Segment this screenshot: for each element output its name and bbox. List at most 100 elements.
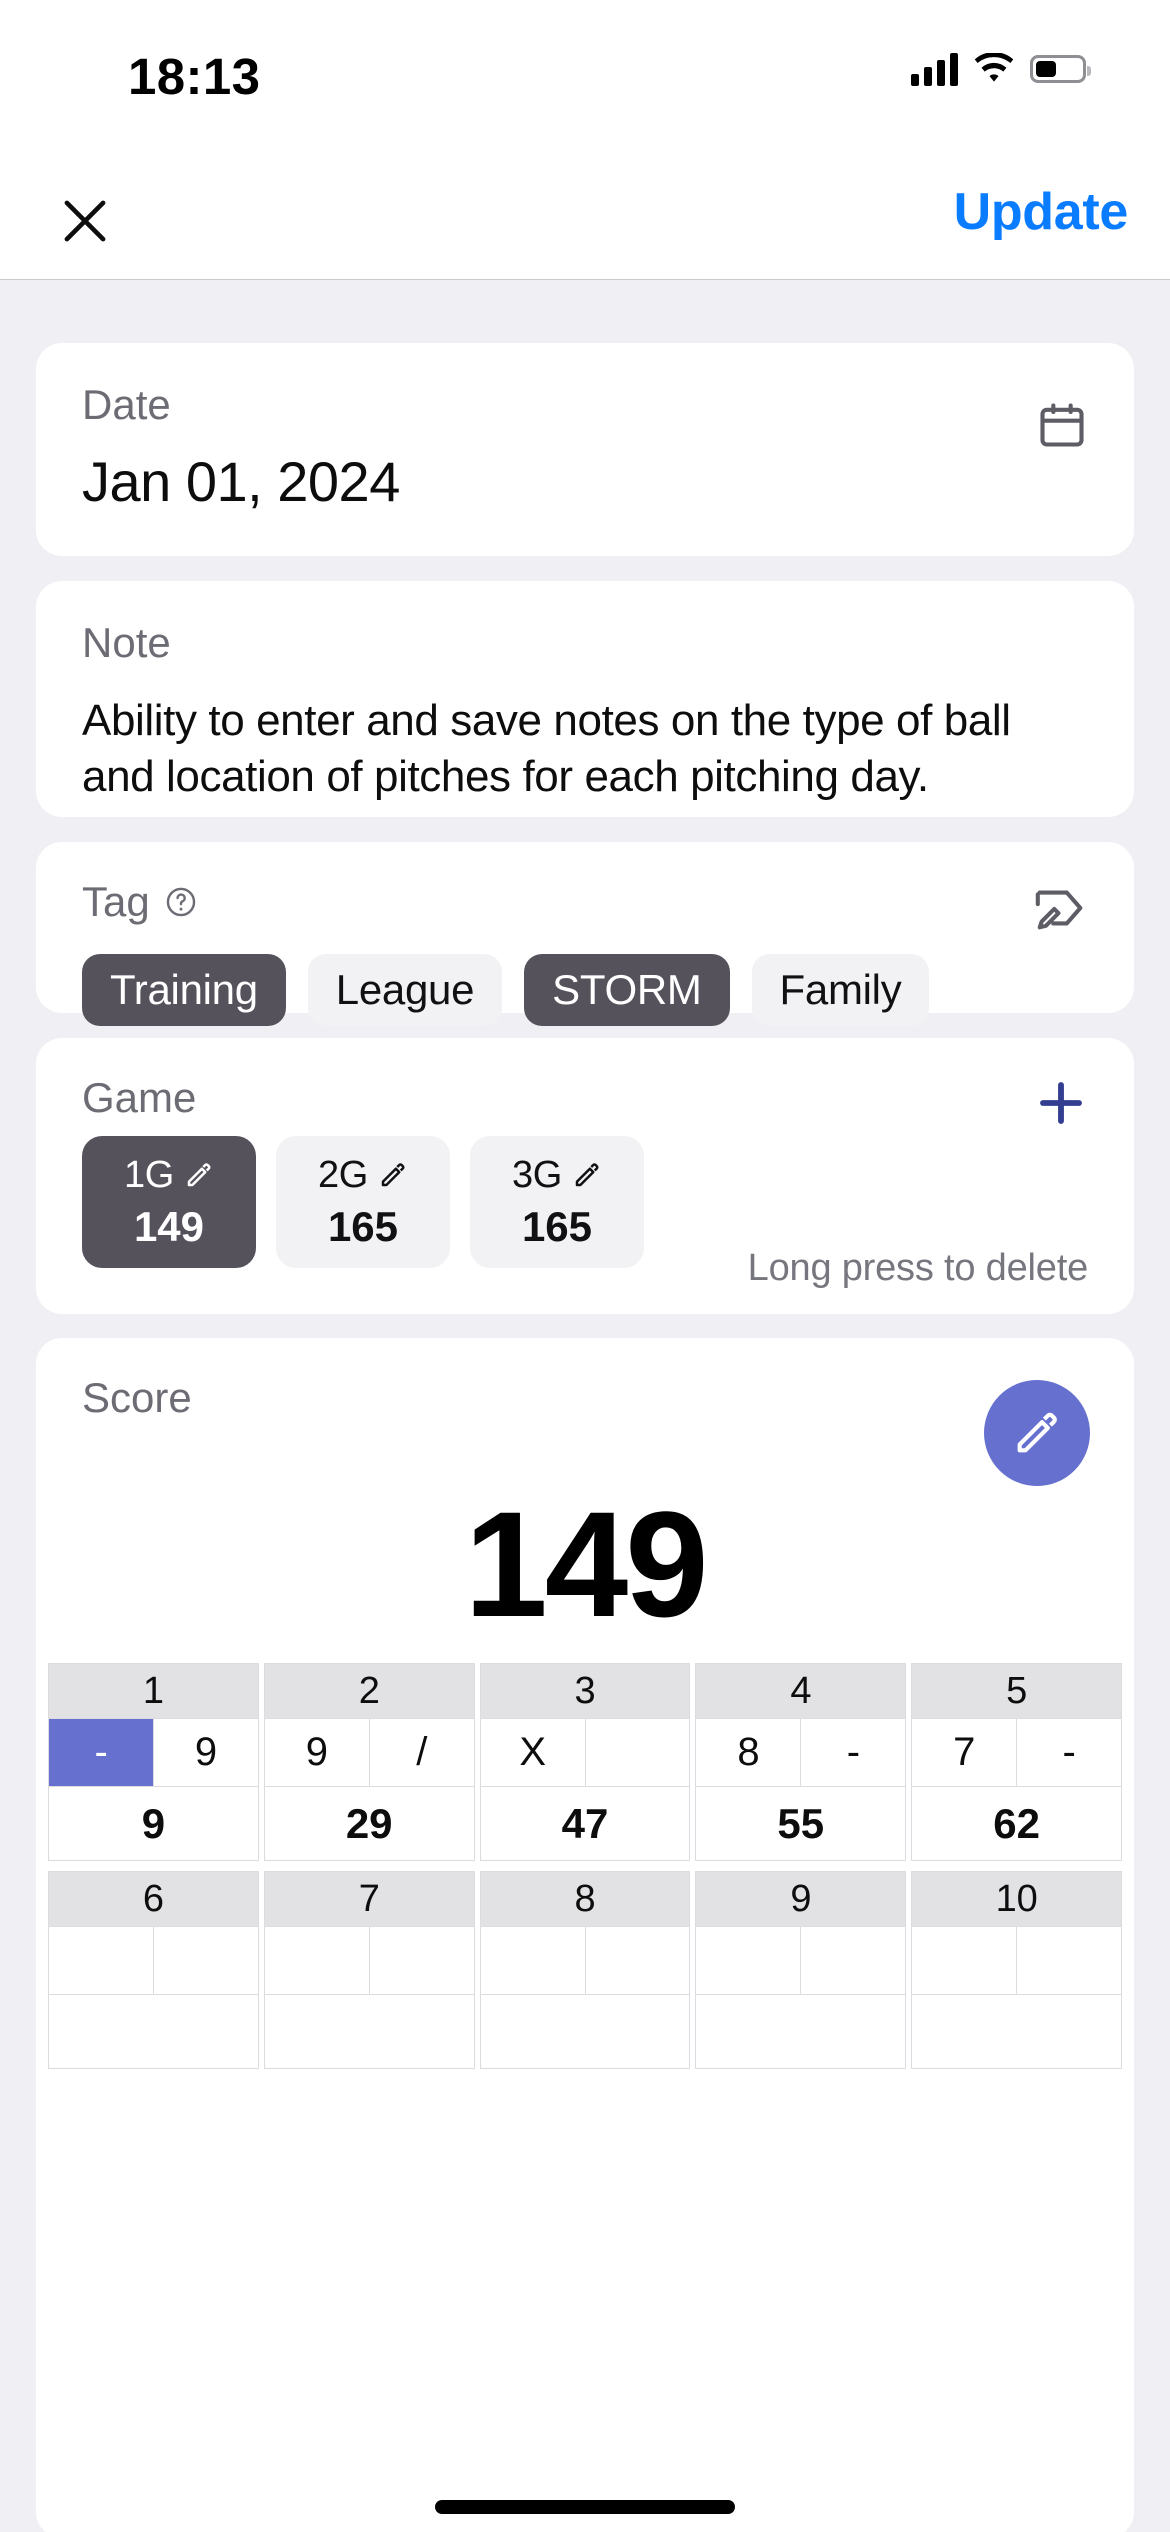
game-item-score: 149 <box>133 1202 205 1250</box>
frame-balls: 8- <box>696 1718 906 1786</box>
game-list: 1G 149 2G 165 3G 165 <box>82 1136 644 1268</box>
frame-ball-cell[interactable] <box>584 1927 690 1994</box>
frame-number: 2 <box>264 1664 474 1718</box>
pencil-icon <box>1017 1412 1057 1453</box>
pencil-icon <box>575 1163 599 1187</box>
app-screen: 18:13 Update Date Jan 01, 2024 Note Abil… <box>0 0 1170 2532</box>
scoresheet-frame: 1-99 <box>48 1663 259 1861</box>
tag-card: Tag Training League STORM Family <box>36 842 1134 1026</box>
frame-ball-cell[interactable] <box>152 1927 258 1994</box>
status-bar-indicators <box>911 52 1091 86</box>
frame-balls: 9/ <box>264 1718 474 1786</box>
frame-ball-cell[interactable] <box>912 1927 1016 1994</box>
tag-label: Tag <box>82 878 150 925</box>
score-card: Score 149 1-9 9 2 9/29 3 X 47 4 8-55 5 7-62 6 7 8 9 10 <box>36 1338 1134 2532</box>
date-card[interactable]: Date Jan 01, 2024 <box>36 343 1134 556</box>
frame-balls <box>696 1926 906 1994</box>
tag-chip[interactable]: Family <box>751 954 930 1026</box>
tag-chip-list: Training League STORM Family <box>82 954 930 1026</box>
frame-balls: -9 <box>49 1718 258 1786</box>
game-item[interactable]: 3G 165 <box>470 1136 644 1268</box>
game-label: Game <box>82 1074 197 1121</box>
frame-ball-cell[interactable]: 9 <box>152 1719 258 1786</box>
game-card: Game 1G 149 2G 165 3G 165 Long press to delet… <box>36 1038 1134 1314</box>
score-label: Score <box>82 1374 192 1421</box>
scoresheet-frame: 6 <box>48 1871 259 2069</box>
frame-balls <box>264 1926 474 1994</box>
scoresheet-frame: 9 <box>695 1871 907 2069</box>
frame-ball-cell[interactable]: - <box>49 1719 153 1786</box>
total-score: 149 <box>464 1480 708 1648</box>
frame-ball-cell[interactable] <box>265 1927 369 1994</box>
scoresheet: 1-9 9 2 9/29 3 X 47 4 8-55 5 7-62 6 7 8 9 10 <box>48 1663 1122 2079</box>
game-item-header: 3G <box>512 1154 602 1197</box>
question-circle-icon[interactable] <box>164 885 198 919</box>
nav-bar: Update <box>0 160 1170 280</box>
frame-ball-cell[interactable]: 9 <box>265 1719 369 1786</box>
close-icon <box>64 200 106 242</box>
tag-chip[interactable]: League <box>307 954 503 1026</box>
frame-total: 47 <box>480 1786 690 1860</box>
note-label: Note <box>82 619 171 666</box>
tag-chip[interactable]: Training <box>82 954 286 1026</box>
status-bar-time: 18:13 <box>128 48 261 105</box>
frame-ball-cell[interactable] <box>1016 1927 1121 1994</box>
date-label: Date <box>82 381 171 428</box>
frame-balls <box>49 1926 258 1994</box>
game-item-header: 2G <box>318 1154 408 1197</box>
game-item[interactable]: 2G 165 <box>276 1136 450 1268</box>
frame-ball-cell[interactable] <box>584 1719 690 1786</box>
scroll-content[interactable]: Date Jan 01, 2024 Note Ability to enter … <box>0 281 1170 2532</box>
frame-total: 9 <box>49 1786 258 1860</box>
frame-ball-cell[interactable] <box>696 1927 800 1994</box>
frame-total: 55 <box>696 1786 906 1860</box>
frame-total <box>696 1994 906 2068</box>
score-edit-button[interactable] <box>984 1380 1090 1486</box>
note-text[interactable]: Ability to enter and save notes on the t… <box>82 693 1088 806</box>
tag-chip[interactable]: STORM <box>524 954 730 1026</box>
pencil-icon <box>381 1163 405 1187</box>
scoresheet-row-1: 1-9 9 2 9/29 3 X 47 4 8-55 5 7-62 <box>48 1663 1122 1861</box>
calendar-icon[interactable] <box>1036 399 1088 451</box>
frame-ball-cell[interactable] <box>368 1927 474 1994</box>
plus-icon[interactable] <box>1034 1076 1088 1130</box>
tag-header: Tag <box>82 878 198 926</box>
frame-total: 29 <box>264 1786 474 1860</box>
scoresheet-frame: 4 8-55 <box>695 1663 907 1861</box>
frame-ball-cell[interactable]: 7 <box>912 1719 1016 1786</box>
frame-ball-cell[interactable]: - <box>1016 1719 1121 1786</box>
frame-total: 62 <box>912 1786 1121 1860</box>
frame-balls <box>912 1926 1121 1994</box>
frame-number: 10 <box>912 1872 1121 1926</box>
update-button[interactable]: Update <box>954 182 1129 242</box>
close-button[interactable] <box>54 190 116 252</box>
frame-ball-cell[interactable]: 8 <box>696 1719 800 1786</box>
battery-icon <box>1030 55 1091 83</box>
scoresheet-frame: 3 X 47 <box>479 1663 691 1861</box>
tag-edit-icon[interactable] <box>1032 886 1090 930</box>
frame-ball-cell[interactable] <box>481 1927 585 1994</box>
frame-ball-cell[interactable] <box>800 1927 905 1994</box>
frame-number: 1 <box>49 1664 258 1718</box>
frame-ball-cell[interactable]: - <box>800 1719 905 1786</box>
frame-number: 7 <box>264 1872 474 1926</box>
game-item-score: 165 <box>521 1202 593 1250</box>
cellular-bars-icon <box>911 52 958 86</box>
wifi-icon <box>974 53 1014 82</box>
date-value[interactable]: Jan 01, 2024 <box>82 449 400 514</box>
long-press-hint: Long press to delete <box>747 1247 1089 1289</box>
note-card[interactable]: Note Ability to enter and save notes on … <box>36 581 1134 817</box>
frame-total <box>49 1994 258 2068</box>
game-item-name: 1G <box>123 1153 175 1196</box>
frame-ball-cell[interactable]: X <box>481 1719 585 1786</box>
frame-ball-cell[interactable] <box>49 1927 153 1994</box>
game-item[interactable]: 1G 149 <box>82 1136 256 1268</box>
game-item-score: 165 <box>327 1202 399 1250</box>
status-bar: 18:13 <box>0 0 1170 160</box>
frame-balls: 7- <box>912 1718 1121 1786</box>
scoresheet-frame: 8 <box>479 1871 691 2069</box>
pencil-icon <box>187 1163 211 1187</box>
frame-number: 5 <box>912 1664 1121 1718</box>
game-item-name: 2G <box>317 1153 369 1196</box>
frame-ball-cell[interactable]: / <box>368 1719 474 1786</box>
